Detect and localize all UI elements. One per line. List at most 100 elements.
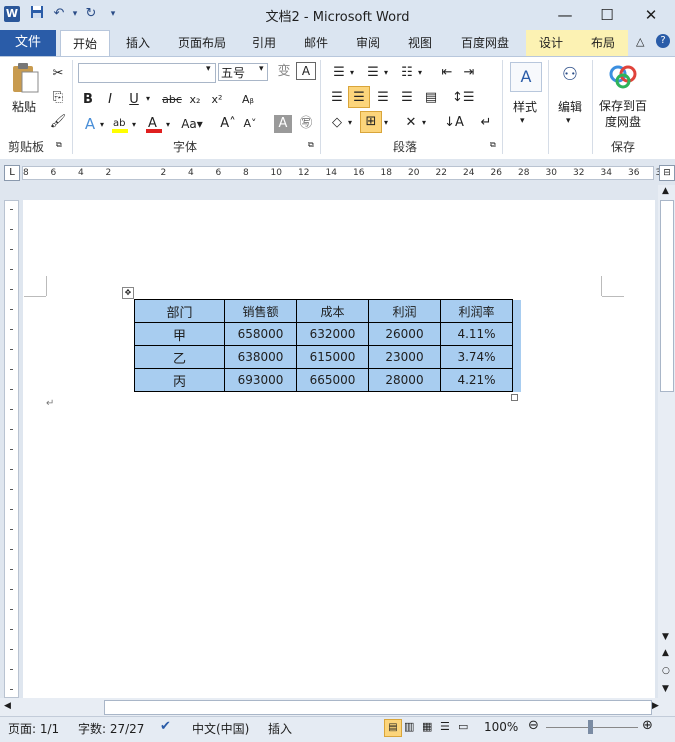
align-right-icon[interactable]: ☰ <box>372 88 394 108</box>
editing-button[interactable]: 编辑 <box>552 98 588 115</box>
chevron-down-icon[interactable]: ▾ <box>132 120 136 129</box>
tab-references[interactable]: 引用 <box>246 30 282 56</box>
table-cell[interactable]: 26000 <box>368 322 441 346</box>
outline-icon[interactable]: ☰ <box>440 720 450 733</box>
chinese-layout-icon[interactable]: ✕ <box>400 113 422 133</box>
sort-icon[interactable]: ↓A <box>444 113 464 133</box>
chevron-down-icon[interactable]: ▾ <box>384 68 388 77</box>
table-cell[interactable]: 3.74% <box>440 345 513 369</box>
chevron-down-icon[interactable]: ▾ <box>418 68 422 77</box>
chevron-down-icon[interactable]: ▾ <box>206 64 211 74</box>
character-border-icon[interactable]: A <box>296 62 316 80</box>
table-cell[interactable]: 4.11% <box>440 322 513 346</box>
maximize-button[interactable]: ☐ <box>587 0 627 30</box>
font-color-icon[interactable]: A <box>144 114 164 134</box>
grow-font-icon[interactable]: A˄ <box>218 114 238 134</box>
shrink-font-icon[interactable]: A˅ <box>240 114 260 134</box>
status-language[interactable]: 中文(中国) <box>192 720 249 737</box>
format-painter-icon[interactable]: 🖌 <box>48 112 68 132</box>
tab-layout[interactable]: 布局 <box>584 30 622 56</box>
table-header-cell[interactable]: 利润 <box>368 299 441 323</box>
close-button[interactable]: ✕ <box>631 0 671 30</box>
chevron-down-icon[interactable]: ▾ <box>100 120 104 129</box>
bullets-icon[interactable]: ☰ <box>328 63 350 83</box>
vertical-scroll-thumb[interactable] <box>660 200 674 392</box>
show-marks-icon[interactable]: ↵ <box>476 113 496 133</box>
table-cell[interactable]: 乙 <box>134 345 225 369</box>
table-cell[interactable]: 658000 <box>224 322 297 346</box>
minimize-button[interactable]: — <box>545 0 585 30</box>
baidu-netdisk-icon[interactable] <box>608 62 638 90</box>
next-page-icon[interactable]: ▼ <box>662 684 669 694</box>
numbering-icon[interactable]: ☰ <box>362 63 384 83</box>
line-spacing-icon[interactable]: ↕☰ <box>452 88 475 108</box>
scroll-right-icon[interactable]: ▶ <box>652 701 659 711</box>
minimize-ribbon-icon[interactable]: △ <box>636 35 644 48</box>
text-effects-icon[interactable]: A <box>80 114 100 134</box>
chevron-down-icon[interactable]: ▾ <box>146 94 150 103</box>
tab-review[interactable]: 审阅 <box>350 30 386 56</box>
status-words[interactable]: 字数: 27/27 <box>78 720 144 737</box>
tab-file[interactable]: 文件 <box>0 30 56 56</box>
zoom-slider-thumb[interactable] <box>588 720 593 734</box>
tab-design[interactable]: 设计 <box>532 30 570 56</box>
paste-button[interactable]: 粘贴 <box>6 98 42 115</box>
chevron-down-icon[interactable]: ▾ <box>350 68 354 77</box>
justify-icon[interactable]: ☰ <box>396 88 418 108</box>
align-left-icon[interactable]: ☰ <box>326 88 348 108</box>
underline-icon[interactable]: U <box>126 90 142 110</box>
strikethrough-icon[interactable]: abc <box>160 90 184 110</box>
font-name-combo[interactable] <box>78 63 216 83</box>
chevron-down-icon[interactable]: ▾ <box>566 116 571 126</box>
help-icon[interactable]: ? <box>656 34 670 48</box>
document-page[interactable] <box>23 200 655 698</box>
dialog-launcher-icon[interactable]: ⧉ <box>490 140 496 150</box>
table-resize-handle-icon[interactable] <box>511 394 518 401</box>
italic-icon[interactable]: I <box>102 90 118 110</box>
clear-formatting-icon[interactable]: Aᵦ <box>238 90 258 110</box>
tab-insert[interactable]: 插入 <box>118 30 158 56</box>
scroll-up-icon[interactable]: ▲ <box>662 186 669 196</box>
cut-icon[interactable]: ✂ <box>48 64 68 84</box>
copy-icon[interactable]: ⎘ <box>48 88 68 108</box>
multilevel-list-icon[interactable]: ☷ <box>396 63 418 83</box>
scroll-left-icon[interactable]: ◀ <box>4 701 11 711</box>
chevron-down-icon[interactable]: ▾ <box>384 118 388 127</box>
chevron-down-icon[interactable]: ▾ <box>422 118 426 127</box>
table-cell[interactable]: 632000 <box>296 322 369 346</box>
scroll-down-icon[interactable]: ▼ <box>662 632 669 642</box>
table-cell[interactable]: 丙 <box>134 368 225 392</box>
full-screen-reading-icon[interactable]: ▥ <box>404 720 414 733</box>
table-header-cell[interactable]: 利润率 <box>440 299 513 323</box>
table-move-handle-icon[interactable]: ✥ <box>122 287 134 299</box>
table-cell[interactable]: 665000 <box>296 368 369 392</box>
browse-object-icon[interactable]: ○ <box>662 666 670 676</box>
view-ruler-icon[interactable]: ⊟ <box>659 165 675 181</box>
increase-indent-icon[interactable]: ⇥ <box>458 63 480 83</box>
table-cell[interactable]: 23000 <box>368 345 441 369</box>
styles-icon[interactable]: A <box>510 62 542 92</box>
pinyin-guide-icon[interactable]: 变 <box>274 62 294 82</box>
align-center-icon[interactable]: ☰ <box>348 86 370 108</box>
distributed-icon[interactable]: ▤ <box>420 88 442 108</box>
paste-icon[interactable] <box>10 62 40 94</box>
styles-button[interactable]: 样式 <box>506 98 544 115</box>
vertical-ruler[interactable] <box>4 200 19 698</box>
draft-icon[interactable]: ▭ <box>458 720 468 733</box>
table-header-cell[interactable]: 销售额 <box>224 299 297 323</box>
character-shading-icon[interactable]: A <box>274 115 292 133</box>
tab-mailings[interactable]: 邮件 <box>298 30 334 56</box>
decrease-indent-icon[interactable]: ⇤ <box>436 63 458 83</box>
dialog-launcher-icon[interactable]: ⧉ <box>56 140 62 150</box>
proofing-icon[interactable]: ✔ <box>160 719 171 734</box>
zoom-out-icon[interactable]: ⊖ <box>528 718 539 733</box>
horizontal-ruler[interactable]: 86422468101214161820222426283032343638 <box>22 166 667 180</box>
web-layout-icon[interactable]: ▦ <box>422 720 432 733</box>
table-cell[interactable]: 4.21% <box>440 368 513 392</box>
print-layout-icon[interactable]: ▤ <box>384 719 402 737</box>
bold-icon[interactable]: B <box>80 90 96 110</box>
change-case-icon[interactable]: Aa▾ <box>178 114 206 134</box>
table-header-cell[interactable]: 部门 <box>134 299 225 323</box>
previous-page-icon[interactable]: ▲ <box>662 648 669 658</box>
horizontal-scroll-thumb[interactable] <box>104 700 652 715</box>
